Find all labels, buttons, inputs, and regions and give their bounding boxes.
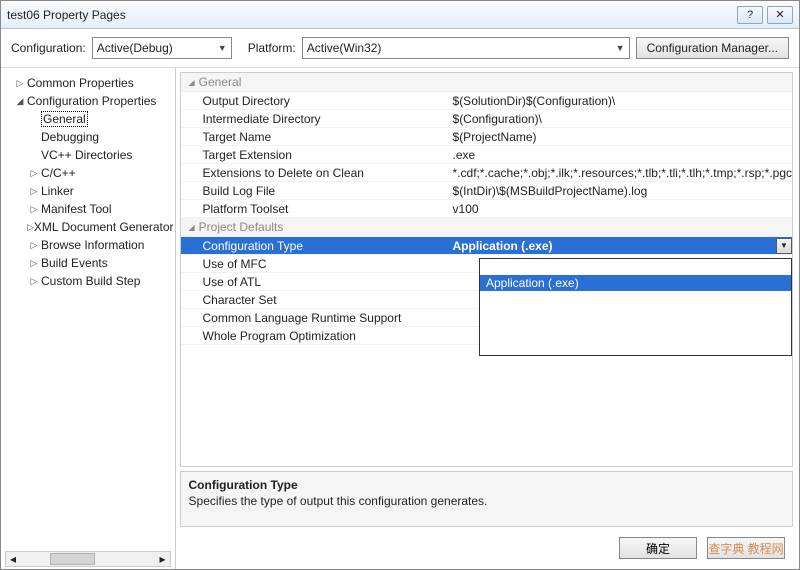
prop-row[interactable]: Intermediate Directory$(Configuration)\ <box>181 110 792 128</box>
tree-browse[interactable]: ▷Browse Information <box>5 236 173 254</box>
dropdown-item[interactable]: Utility <box>480 323 791 339</box>
config-label: Configuration: <box>11 41 86 55</box>
config-manager-button[interactable]: Configuration Manager... <box>636 37 789 59</box>
config-type-dropdown[interactable]: Makefile Application (.exe) Dynamic Libr… <box>479 258 792 356</box>
chevron-down-icon: ◢ <box>13 96 27 107</box>
tree-manifest[interactable]: ▷Manifest Tool <box>5 200 173 218</box>
chevron-down-icon: ▼ <box>616 43 625 53</box>
window-title: test06 Property Pages <box>7 8 733 22</box>
chevron-down-icon: ▼ <box>780 241 788 250</box>
tree-scrollbar[interactable]: ◂ ▸ <box>5 551 171 567</box>
tree-general[interactable]: General <box>5 110 173 128</box>
nav-tree[interactable]: ▷Common Properties ◢Configuration Proper… <box>1 68 176 569</box>
property-pages-dialog: test06 Property Pages ? ✕ Configuration:… <box>0 0 800 570</box>
chevron-right-icon: ▷ <box>27 258 41 269</box>
tree-buildevents[interactable]: ▷Build Events <box>5 254 173 272</box>
cancel-button[interactable]: 查字典 教程网 <box>707 537 785 559</box>
scroll-right-icon[interactable]: ▸ <box>156 552 170 566</box>
config-combo[interactable]: Active(Debug) ▼ <box>92 37 232 59</box>
scroll-thumb[interactable] <box>50 553 95 565</box>
platform-combo[interactable]: Active(Win32) ▼ <box>302 37 630 59</box>
config-value: Active(Debug) <box>97 41 173 55</box>
tree-custombuild[interactable]: ▷Custom Build Step <box>5 272 173 290</box>
prop-row[interactable]: Build Log File$(IntDir)\$(MSBuildProject… <box>181 182 792 200</box>
chevron-right-icon: ▷ <box>27 222 34 233</box>
close-button[interactable]: ✕ <box>767 6 793 24</box>
chevron-right-icon: ▷ <box>27 276 41 287</box>
chevron-down-icon: ▼ <box>218 43 227 53</box>
chevron-right-icon: ▷ <box>27 168 41 179</box>
tree-debugging[interactable]: Debugging <box>5 128 173 146</box>
collapse-icon: ◢ <box>189 78 195 87</box>
tree-xmldoc[interactable]: ▷XML Document Generator <box>5 218 173 236</box>
dropdown-item[interactable]: Application (.exe) <box>480 275 791 291</box>
config-row: Configuration: Active(Debug) ▼ Platform:… <box>1 29 799 68</box>
description-body: Specifies the type of output this config… <box>189 494 784 508</box>
tree-linker[interactable]: ▷Linker <box>5 182 173 200</box>
property-grid[interactable]: ◢General Output Directory$(SolutionDir)$… <box>180 72 793 467</box>
tree-ccpp[interactable]: ▷C/C++ <box>5 164 173 182</box>
prop-row[interactable]: Target Name$(ProjectName) <box>181 128 792 146</box>
scroll-left-icon[interactable]: ◂ <box>6 552 20 566</box>
description-title: Configuration Type <box>189 478 784 492</box>
chevron-right-icon: ▷ <box>27 186 41 197</box>
section-project-defaults[interactable]: ◢Project Defaults <box>181 218 792 237</box>
tree-common-properties[interactable]: ▷Common Properties <box>5 74 173 92</box>
collapse-icon: ◢ <box>189 223 195 232</box>
chevron-right-icon: ▷ <box>13 78 27 89</box>
dialog-buttons: 确定 查字典 教程网 <box>176 527 799 569</box>
titlebar: test06 Property Pages ? ✕ <box>1 1 799 29</box>
section-general[interactable]: ◢General <box>181 73 792 92</box>
description-box: Configuration Type Specifies the type of… <box>180 471 793 527</box>
platform-value: Active(Win32) <box>307 41 382 55</box>
dropdown-item[interactable]: <inherit from parent or project defaults… <box>480 339 791 355</box>
prop-row[interactable]: Extensions to Delete on Clean*.cdf;*.cac… <box>181 164 792 182</box>
right-pane: ◢General Output Directory$(SolutionDir)$… <box>176 68 799 569</box>
dropdown-item[interactable]: Static library (.lib) <box>480 307 791 323</box>
prop-row[interactable]: Output Directory$(SolutionDir)$(Configur… <box>181 92 792 110</box>
tree-config-properties[interactable]: ◢Configuration Properties <box>5 92 173 110</box>
prop-row-config-type[interactable]: Configuration Type Application (.exe) ▼ … <box>181 237 792 255</box>
help-button[interactable]: ? <box>737 6 763 24</box>
tree-vcdirs[interactable]: VC++ Directories <box>5 146 173 164</box>
chevron-right-icon: ▷ <box>27 204 41 215</box>
ok-button[interactable]: 确定 <box>619 537 697 559</box>
dropdown-item[interactable]: Dynamic Library (.dll) <box>480 291 791 307</box>
chevron-right-icon: ▷ <box>27 240 41 251</box>
dropdown-item[interactable]: Makefile <box>480 259 791 275</box>
main: ▷Common Properties ◢Configuration Proper… <box>1 68 799 569</box>
prop-row[interactable]: Platform Toolsetv100 <box>181 200 792 218</box>
prop-row[interactable]: Target Extension.exe <box>181 146 792 164</box>
platform-label: Platform: <box>248 41 296 55</box>
dropdown-button[interactable]: ▼ <box>776 238 792 254</box>
